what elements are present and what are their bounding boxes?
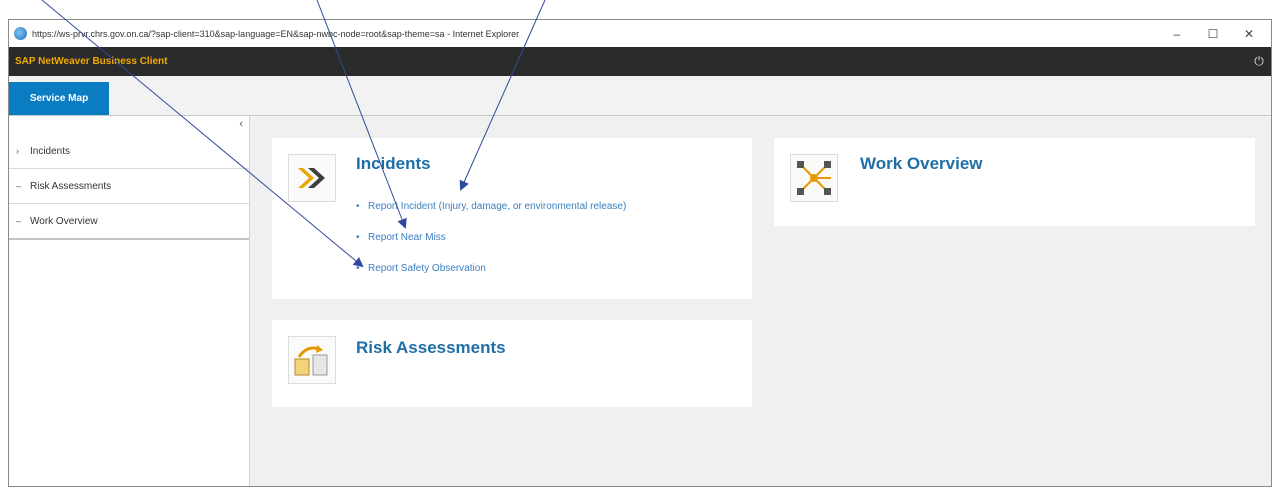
collapse-sidebar-icon[interactable]: ‹ <box>239 118 243 130</box>
app-header: SAP NetWeaver Business Client ⏻ <box>9 47 1271 76</box>
risk-assessments-title[interactable]: Risk Assessments <box>356 338 506 358</box>
bullet-icon: • <box>356 232 360 243</box>
report-near-miss-link[interactable]: • Report Near Miss <box>356 222 626 253</box>
report-safety-observation-label: Report Safety Observation <box>368 263 486 274</box>
minimize-button[interactable]: – <box>1159 20 1195 47</box>
power-icon[interactable]: ⏻ <box>1253 55 1265 67</box>
dash-icon: – <box>16 181 22 191</box>
report-incident-link[interactable]: • Report Incident (Injury, damage, or en… <box>356 191 626 222</box>
report-safety-observation-link[interactable]: • Report Safety Observation <box>356 253 626 284</box>
sidebar-item-risk-assessments[interactable]: – Risk Assessments <box>9 169 249 204</box>
sidebar-item-label: Incidents <box>30 145 71 157</box>
window-url: https://ws-prvr.chrs.gov.on.ca/?sap-clie… <box>32 28 520 39</box>
report-incident-label: Report Incident (Injury, damage, or envi… <box>368 201 627 212</box>
sidebar: ‹ › Incidents – Risk Assessments – Work … <box>9 116 250 486</box>
maximize-button[interactable]: ☐ <box>1195 20 1231 47</box>
window-titlebar: https://ws-prvr.chrs.gov.on.ca/?sap-clie… <box>9 20 1271 48</box>
bullet-icon: • <box>356 263 360 274</box>
sidebar-item-incidents[interactable]: › Incidents <box>9 134 249 169</box>
chevron-right-icon: › <box>16 146 19 156</box>
sidebar-item-work-overview[interactable]: – Work Overview <box>9 204 249 240</box>
tab-bar: Service Map <box>9 76 1271 116</box>
dash-icon: – <box>16 216 22 226</box>
sidebar-item-label: Work Overview <box>30 215 98 227</box>
transfer-icon[interactable] <box>288 336 336 384</box>
bullet-icon: • <box>356 201 360 212</box>
work-overview-card: Work Overview <box>774 138 1255 226</box>
report-near-miss-label: Report Near Miss <box>368 232 446 243</box>
work-overview-title[interactable]: Work Overview <box>860 154 983 174</box>
network-icon[interactable] <box>790 154 838 202</box>
service-map-content: Incidents • Report Incident (Injury, dam… <box>250 116 1271 486</box>
browser-window: https://ws-prvr.chrs.gov.on.ca/?sap-clie… <box>8 19 1272 487</box>
close-button[interactable]: ✕ <box>1231 20 1267 47</box>
incidents-title[interactable]: Incidents <box>356 154 431 174</box>
incidents-card: Incidents • Report Incident (Injury, dam… <box>272 138 752 299</box>
incidents-chevron-icon[interactable] <box>288 154 336 202</box>
risk-assessments-card: Risk Assessments <box>272 320 752 407</box>
ie-icon <box>14 27 27 40</box>
tab-service-map[interactable]: Service Map <box>9 82 109 115</box>
sidebar-item-label: Risk Assessments <box>30 180 112 192</box>
app-title: SAP NetWeaver Business Client <box>15 56 168 67</box>
